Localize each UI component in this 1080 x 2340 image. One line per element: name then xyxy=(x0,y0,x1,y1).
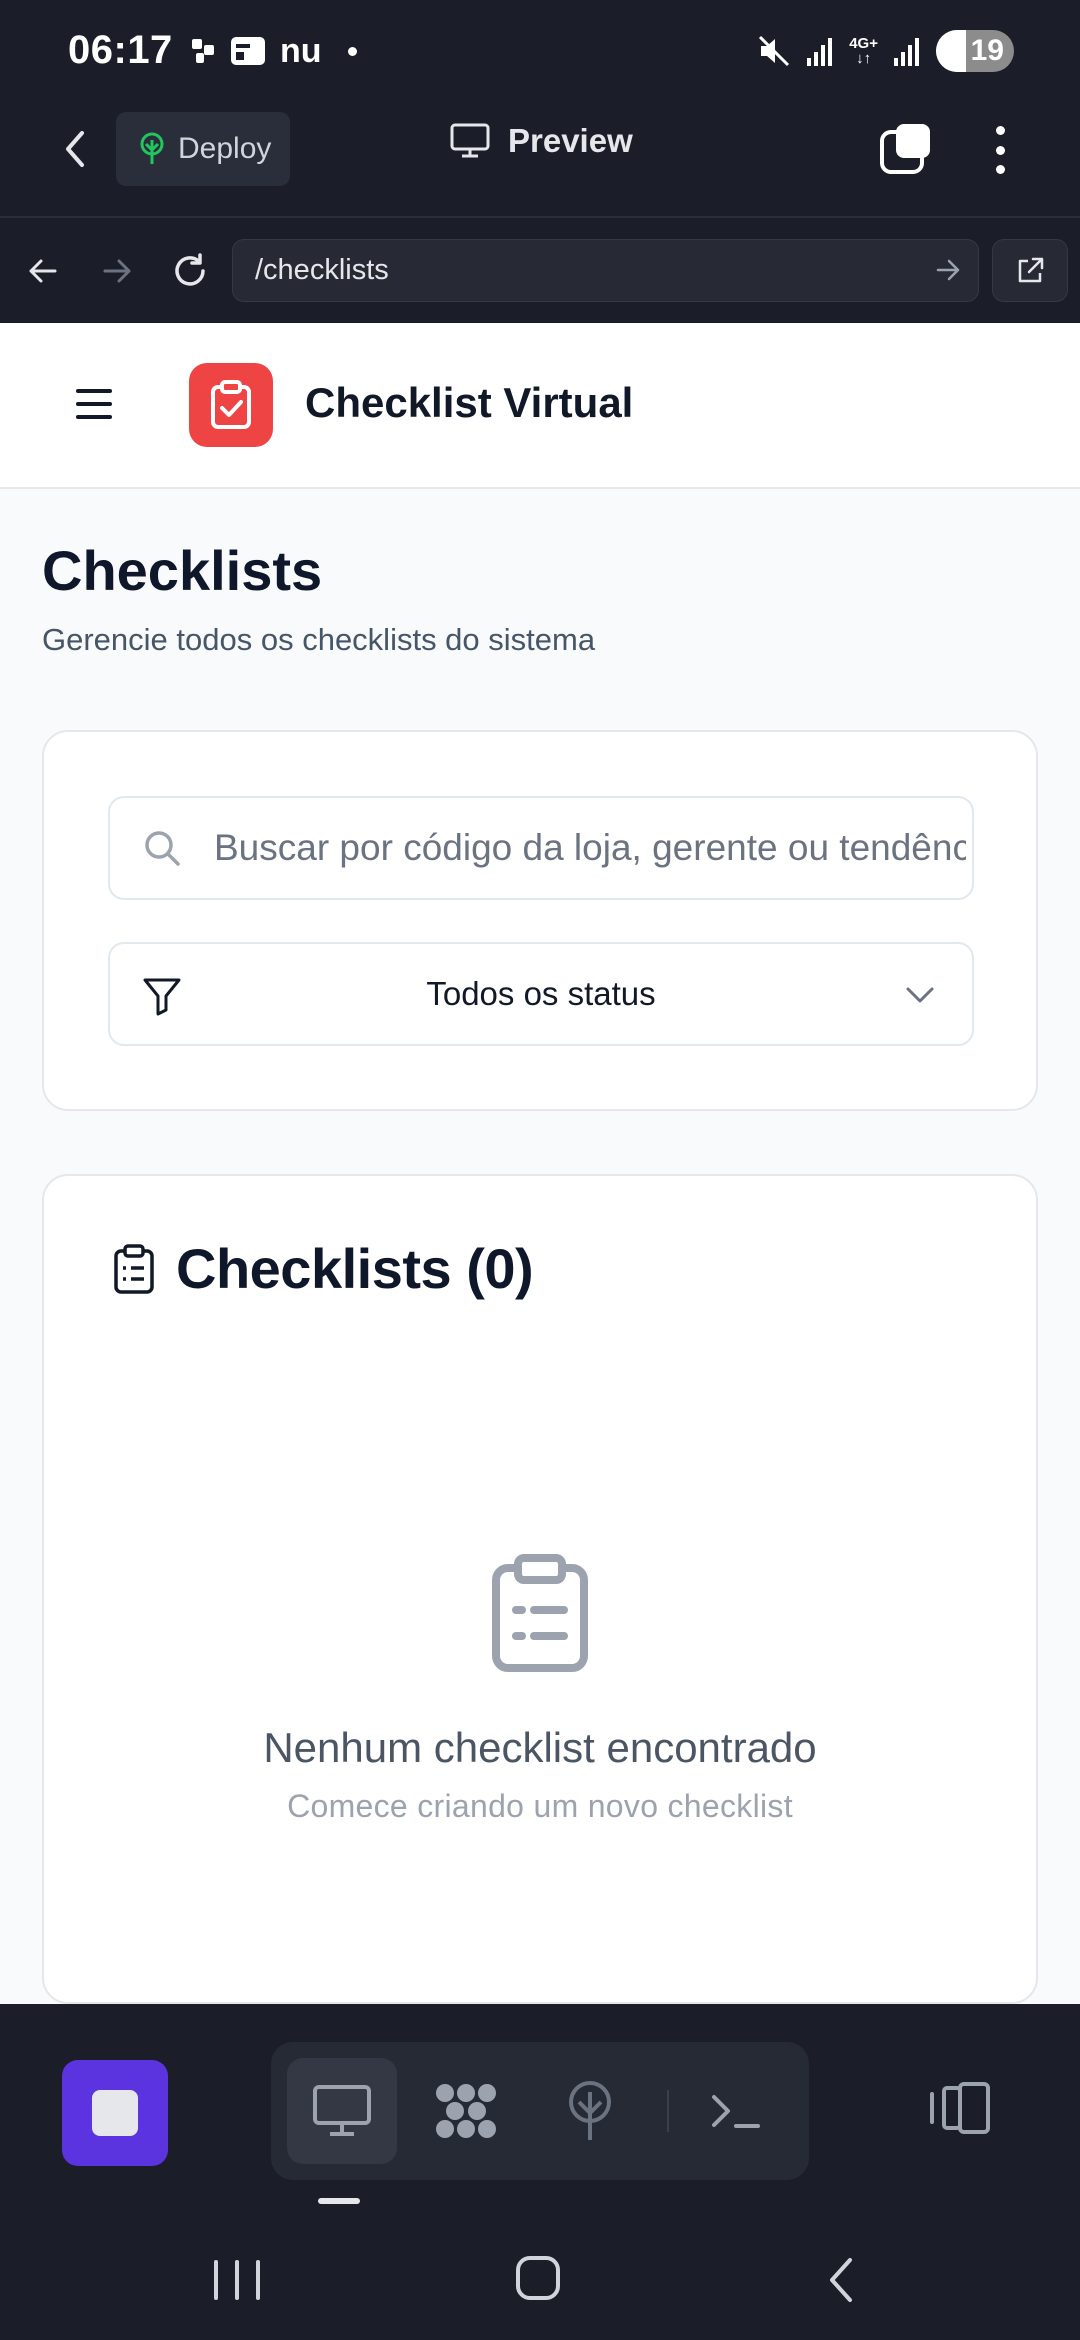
wallet-icon xyxy=(231,37,265,65)
deploy-label: Deploy xyxy=(178,132,272,165)
back-nav-icon[interactable] xyxy=(826,2256,856,2304)
signal-icon xyxy=(807,38,833,66)
browser-back-button[interactable] xyxy=(18,246,68,296)
deploy-button[interactable]: Deploy xyxy=(116,112,290,186)
terminal-view-button[interactable] xyxy=(681,2058,791,2164)
browser-forward-button[interactable] xyxy=(92,246,142,296)
checklists-card: Checklists (0) Nenhum checklist encontra… xyxy=(42,1174,1038,2004)
status-bar: 06:17 nu 4G+ ↓↑ 19 xyxy=(0,0,1080,100)
browser-url-bar: /checklists xyxy=(0,218,1080,323)
page-title: Checklists xyxy=(42,539,323,602)
monitor-icon xyxy=(313,2085,371,2136)
checklists-card-header: Checklists (0) xyxy=(112,1236,534,1301)
status-filter-value: Todos os status xyxy=(426,975,656,1012)
active-view-indicator xyxy=(318,2198,360,2204)
more-menu-icon[interactable] xyxy=(980,122,1020,178)
dot-icon xyxy=(347,46,357,56)
panel-toggle-icon[interactable] xyxy=(928,2080,994,2136)
tabs-icon[interactable] xyxy=(878,122,934,178)
preview-label: Preview xyxy=(508,122,633,159)
home-button[interactable] xyxy=(516,2256,560,2300)
url-text: /checklists xyxy=(255,254,389,286)
hamburger-menu-icon[interactable] xyxy=(76,389,112,419)
teams-icon xyxy=(192,39,214,63)
app-bar: Deploy Preview xyxy=(0,100,1080,218)
status-filter-select[interactable]: Todos os status xyxy=(108,942,974,1046)
chevron-down-icon xyxy=(906,987,934,1003)
page-subtitle: Gerencie todos os checklists do sistema xyxy=(42,622,596,657)
code-view-button[interactable] xyxy=(411,2058,521,2164)
search-icon xyxy=(145,831,180,866)
status-right-icons: 4G+ ↓↑ 19 xyxy=(757,30,1014,72)
arrow-right-icon xyxy=(103,259,131,283)
chevron-left-icon xyxy=(66,131,84,167)
open-external-button[interactable] xyxy=(992,239,1068,302)
monitor-icon xyxy=(450,123,490,158)
signal-icon xyxy=(894,38,919,66)
site-header: Checklist Virtual xyxy=(0,323,1080,489)
tree-icon xyxy=(569,2081,611,2140)
reload-icon xyxy=(175,253,205,286)
preview-toggle[interactable]: Preview xyxy=(450,122,633,160)
clipboard-list-icon xyxy=(114,1243,154,1294)
recents-button[interactable] xyxy=(214,2260,260,2300)
status-time: 06:17 xyxy=(68,28,173,72)
battery-indicator: 19 xyxy=(936,30,1014,72)
browser-reload-button[interactable] xyxy=(165,246,215,296)
clipboard-check-icon xyxy=(211,380,251,429)
battery-level: 19 xyxy=(970,34,1004,67)
url-field[interactable]: /checklists xyxy=(232,239,979,302)
empty-state-subtitle: Comece criando um novo checklist xyxy=(287,1788,793,1824)
search-box[interactable] xyxy=(108,796,974,900)
arrow-left-icon xyxy=(29,259,57,283)
toolbar-divider xyxy=(667,2090,669,2132)
arrow-right-icon[interactable] xyxy=(934,254,962,286)
search-input[interactable] xyxy=(214,798,966,898)
empty-state-title: Nenhum checklist encontrado xyxy=(263,1724,817,1771)
status-left-icons: nu xyxy=(192,34,357,68)
preview-view-button[interactable] xyxy=(287,2058,397,2164)
checklists-count-title: Checklists (0) xyxy=(176,1237,534,1300)
mute-icon xyxy=(759,35,790,67)
filters-card: Todos os status xyxy=(42,730,1038,1111)
deploy-view-button[interactable] xyxy=(535,2058,645,2164)
brand-name: Checklist Virtual xyxy=(305,379,634,426)
nu-icon: nu xyxy=(280,32,322,70)
back-button[interactable] xyxy=(52,126,98,172)
battery-fill xyxy=(936,30,966,72)
view-switcher xyxy=(271,2042,809,2180)
stop-button[interactable] xyxy=(62,2060,168,2166)
stop-icon xyxy=(92,2090,138,2136)
tree-icon xyxy=(140,132,164,164)
external-link-icon xyxy=(1018,257,1044,282)
nodes-icon xyxy=(436,2084,496,2138)
clipboard-list-icon xyxy=(492,1554,588,1672)
4g-icon: 4G+ ↓↑ xyxy=(849,35,878,67)
terminal-icon xyxy=(712,2095,760,2128)
app-logo xyxy=(189,363,273,447)
